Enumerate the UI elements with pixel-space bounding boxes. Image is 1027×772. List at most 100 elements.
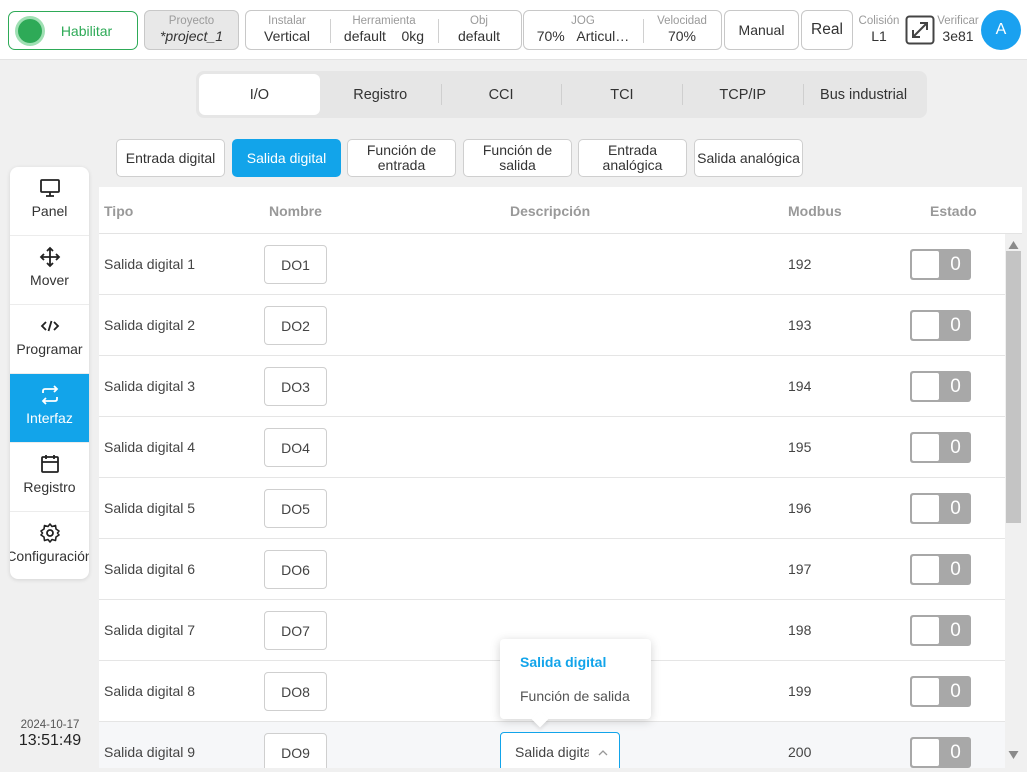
subtab-input-function[interactable]: Función de entrada (347, 139, 456, 177)
toggle-knob (912, 434, 939, 461)
header-estado: Estado (930, 203, 977, 219)
row-name-field[interactable]: DO3 (264, 367, 327, 406)
subtab-analog-input[interactable]: Entrada analógica (578, 139, 687, 177)
sidebar-item-panel[interactable]: Panel (10, 167, 89, 236)
tabs-bar: I/O Registro CCI TCI TCP/IP Bus industri… (99, 63, 1022, 127)
sidebar: Panel Mover Programar Interfaz Registro … (10, 167, 89, 579)
dropdown-option-digital-output[interactable]: Salida digital (520, 654, 606, 670)
state-toggle[interactable]: 0 (910, 432, 971, 463)
row-modbus: 198 (788, 622, 812, 638)
jog-mode: Articul… (576, 28, 630, 44)
header-modbus: Modbus (788, 203, 842, 219)
jog-value: 70% Articul… (524, 28, 642, 45)
tab-log[interactable]: Registro (320, 74, 441, 115)
obj-caption: Obj (470, 15, 488, 27)
sidebar-item-log[interactable]: Registro (10, 443, 89, 512)
row-name-field[interactable]: DO7 (264, 611, 327, 650)
row-modbus: 194 (788, 378, 812, 394)
state-toggle[interactable]: 0 (910, 676, 971, 707)
row-name-field[interactable]: DO1 (264, 245, 327, 284)
table-row: Salida digital 2 DO2 193 0 (99, 295, 1005, 356)
toggle-knob (912, 373, 939, 400)
tab-cci[interactable]: CCI (440, 74, 562, 115)
install-value: Vertical (264, 28, 310, 44)
manual-button[interactable]: Manual (724, 10, 799, 50)
sidebar-item-settings[interactable]: Configuración (10, 512, 89, 579)
row-name-field[interactable]: DO5 (264, 489, 327, 528)
toggle-knob (912, 495, 939, 522)
row-name-field[interactable]: DO6 (264, 550, 327, 589)
toggle-knob (912, 556, 939, 583)
table-row: Salida digital 3 DO3 194 0 (99, 356, 1005, 417)
state-toggle[interactable]: 0 (910, 493, 971, 524)
subtab-analog-output[interactable]: Salida analógica (694, 139, 803, 177)
state-toggle[interactable]: 0 (910, 371, 971, 402)
row-modbus: 197 (788, 561, 812, 577)
row-name-field[interactable]: DO8 (264, 672, 327, 711)
subtab-digital-output[interactable]: Salida digital (232, 139, 341, 177)
project-box[interactable]: Proyecto *project_1 (144, 10, 239, 50)
gear-icon (39, 522, 61, 544)
toggle-value: 0 (950, 497, 961, 519)
table-row: Salida digital 6 DO6 197 0 (99, 539, 1005, 600)
subtab-digital-input[interactable]: Entrada digital (116, 139, 225, 177)
subtabs: Entrada digital Salida digital Función d… (99, 127, 1022, 187)
obj-value: default (457, 28, 501, 44)
select-value: Salida digital (515, 744, 589, 760)
header-tipo: Tipo (104, 203, 134, 219)
subtab-output-function[interactable]: Función de salida (463, 139, 572, 177)
tool-name: default (343, 28, 386, 44)
state-toggle[interactable]: 0 (910, 737, 971, 768)
tab-industrial-bus[interactable]: Bus industrial (803, 74, 924, 115)
state-toggle[interactable]: 0 (910, 249, 971, 280)
move-arrows-icon (39, 246, 61, 268)
row-tipo: Salida digital 7 (104, 622, 196, 638)
row-modbus: 192 (788, 256, 812, 272)
toggle-value: 0 (950, 375, 961, 397)
state-toggle[interactable]: 0 (910, 310, 971, 341)
description-select[interactable]: Salida digital (500, 732, 620, 768)
row-name-field[interactable]: DO9 (264, 733, 327, 768)
state-toggle[interactable]: 0 (910, 615, 971, 646)
table-row: Salida digital 4 DO4 195 0 (99, 417, 1005, 478)
monitor-icon (39, 177, 61, 199)
tabs: I/O Registro CCI TCI TCP/IP Bus industri… (196, 71, 927, 118)
collision-caption: Colisión (858, 15, 900, 27)
tab-tci[interactable]: TCI (561, 74, 682, 115)
scroll-down-icon[interactable] (1008, 747, 1019, 765)
sidebar-item-move[interactable]: Mover (10, 236, 89, 305)
table-scrollbar[interactable] (1005, 234, 1022, 768)
tab-tcpip[interactable]: TCP/IP (682, 74, 803, 115)
sidebar-item-label: Registro (23, 479, 76, 495)
expand-icon[interactable] (905, 15, 935, 45)
current-date: 2024-10-17 (20, 719, 80, 731)
scrollbar-thumb[interactable] (1006, 251, 1021, 523)
real-button[interactable]: Real (801, 10, 853, 50)
collision-value: L1 (871, 28, 887, 44)
sidebar-item-label: Interfaz (26, 410, 73, 426)
install-tool-obj-box[interactable]: Instalar Vertical Herramienta default 0k… (245, 10, 522, 50)
state-toggle[interactable]: 0 (910, 554, 971, 585)
sidebar-item-interface[interactable]: Interfaz (10, 374, 89, 443)
tab-io[interactable]: I/O (199, 74, 320, 115)
enable-button[interactable]: Habilitar (8, 11, 138, 50)
toggle-value: 0 (950, 741, 961, 763)
jog-speed-box[interactable]: JOG 70% Articul… Velocidad 70% (523, 10, 722, 50)
dropdown-option-output-function[interactable]: Función de salida (520, 688, 630, 704)
sidebar-item-program[interactable]: Programar (10, 305, 89, 374)
collision-indicator[interactable]: Colisión L1 (856, 14, 902, 45)
verify-caption: Verificar (937, 15, 979, 27)
toggle-knob (912, 678, 939, 705)
user-avatar[interactable]: A (981, 10, 1021, 50)
row-name-field[interactable]: DO2 (264, 306, 327, 345)
sidebar-item-label: Configuración (10, 548, 89, 564)
toggle-knob (912, 739, 939, 766)
row-tipo: Salida digital 4 (104, 439, 196, 455)
toggle-knob (912, 251, 939, 278)
code-icon (39, 315, 61, 337)
verify-indicator[interactable]: Verificar 3e81 (935, 14, 981, 45)
row-name-field[interactable]: DO4 (264, 428, 327, 467)
row-modbus: 196 (788, 500, 812, 516)
toggle-value: 0 (950, 680, 961, 702)
row-tipo: Salida digital 1 (104, 256, 196, 272)
